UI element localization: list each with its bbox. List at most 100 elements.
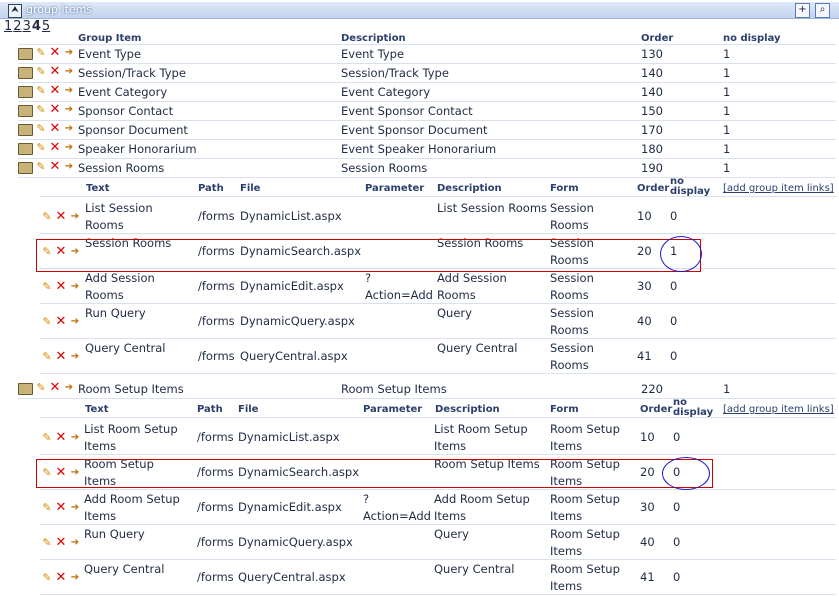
delete-icon[interactable]: ✕ bbox=[49, 65, 61, 78]
collapse-icon[interactable]: ⮝ bbox=[8, 4, 22, 18]
arrow-icon[interactable]: ➔ bbox=[63, 123, 75, 135]
item-file: QueryCentral.aspx bbox=[240, 349, 348, 363]
pencil-icon[interactable]: ✎ bbox=[41, 316, 53, 328]
row-actions: ✎ ✕ ➔ bbox=[18, 46, 75, 60]
arrow-icon[interactable]: ➔ bbox=[69, 537, 81, 549]
sub-header-divider bbox=[40, 417, 836, 418]
arrow-icon[interactable]: ➔ bbox=[63, 142, 75, 154]
folder-icon[interactable] bbox=[18, 104, 33, 117]
item-file: DynamicEdit.aspx bbox=[240, 279, 344, 293]
item-description: Add Room Setup Items bbox=[434, 492, 530, 523]
pencil-icon[interactable]: ✎ bbox=[35, 66, 47, 78]
delete-icon[interactable]: ✕ bbox=[49, 122, 61, 135]
pencil-icon[interactable]: ✎ bbox=[35, 382, 47, 394]
page-link-1[interactable]: 1 bbox=[4, 19, 12, 34]
delete-icon[interactable]: ✕ bbox=[55, 536, 67, 549]
pencil-icon[interactable]: ✎ bbox=[41, 432, 53, 444]
item-text[interactable]: List Room Setup Items bbox=[84, 421, 189, 455]
add-group-item-links[interactable]: [add group item links] bbox=[723, 404, 834, 415]
sub-col-form: Form bbox=[550, 183, 579, 194]
arrow-icon[interactable]: ➔ bbox=[63, 104, 75, 116]
pencil-icon[interactable]: ✎ bbox=[41, 281, 53, 293]
delete-icon[interactable]: ✕ bbox=[55, 280, 67, 293]
pencil-icon[interactable]: ✎ bbox=[35, 47, 47, 59]
delete-icon[interactable]: ✕ bbox=[55, 431, 67, 444]
arrow-icon[interactable]: ➔ bbox=[69, 316, 81, 328]
group-name[interactable]: Sponsor Contact bbox=[78, 104, 173, 118]
arrow-icon[interactable]: ➔ bbox=[63, 382, 75, 394]
col-description: Description bbox=[341, 33, 406, 44]
folder-icon[interactable] bbox=[18, 382, 33, 395]
item-no-display: 0 bbox=[673, 430, 681, 444]
delete-icon[interactable]: ✕ bbox=[55, 350, 67, 363]
item-text[interactable]: Run Query bbox=[84, 526, 189, 543]
folder-icon[interactable] bbox=[18, 142, 33, 155]
folder-icon[interactable] bbox=[18, 66, 33, 79]
group-name[interactable]: Session Rooms bbox=[78, 161, 164, 175]
pencil-icon[interactable]: ✎ bbox=[41, 537, 53, 549]
delete-icon[interactable]: ✕ bbox=[55, 571, 67, 584]
arrow-icon[interactable]: ➔ bbox=[69, 281, 81, 293]
arrow-icon[interactable]: ➔ bbox=[63, 161, 75, 173]
group-name[interactable]: Room Setup Items bbox=[78, 382, 184, 396]
folder-icon[interactable] bbox=[18, 161, 33, 174]
group-name[interactable]: Event Category bbox=[78, 85, 167, 99]
pencil-icon[interactable]: ✎ bbox=[41, 351, 53, 363]
group-order: 170 bbox=[641, 123, 663, 137]
pencil-icon[interactable]: ✎ bbox=[35, 142, 47, 154]
row-divider bbox=[18, 139, 836, 140]
arrow-icon[interactable]: ➔ bbox=[63, 66, 75, 78]
pencil-icon[interactable]: ✎ bbox=[35, 123, 47, 135]
search-icon[interactable]: ⌕ bbox=[815, 3, 830, 18]
item-form: Session Rooms bbox=[550, 306, 594, 337]
group-no-display: 1 bbox=[723, 161, 731, 175]
item-file: DynamicQuery.aspx bbox=[238, 535, 353, 549]
sub-row-divider bbox=[40, 454, 836, 455]
pencil-icon[interactable]: ✎ bbox=[41, 502, 53, 514]
arrow-icon[interactable]: ➔ bbox=[63, 85, 75, 97]
delete-icon[interactable]: ✕ bbox=[49, 141, 61, 154]
delete-icon[interactable]: ✕ bbox=[55, 501, 67, 514]
page-link-3[interactable]: 3 bbox=[23, 19, 31, 34]
item-text[interactable]: Run Query bbox=[85, 305, 190, 322]
group-name[interactable]: Speaker Honorarium bbox=[78, 142, 197, 156]
add-icon[interactable]: + bbox=[795, 3, 810, 18]
item-no-display: 0 bbox=[670, 279, 678, 293]
delete-icon[interactable]: ✕ bbox=[49, 84, 61, 97]
arrow-icon[interactable]: ➔ bbox=[69, 351, 81, 363]
group-name[interactable]: Sponsor Document bbox=[78, 123, 188, 137]
delete-icon[interactable]: ✕ bbox=[49, 103, 61, 116]
item-text[interactable]: Add Room Setup Items bbox=[84, 491, 189, 525]
group-name[interactable]: Session/Track Type bbox=[78, 66, 186, 80]
pencil-icon[interactable]: ✎ bbox=[35, 161, 47, 173]
page-link-2[interactable]: 2 bbox=[13, 19, 21, 34]
delete-icon[interactable]: ✕ bbox=[49, 160, 61, 173]
pencil-icon[interactable]: ✎ bbox=[35, 104, 47, 116]
group-name[interactable]: Event Type bbox=[78, 47, 141, 61]
folder-icon[interactable] bbox=[18, 47, 33, 60]
item-text[interactable]: List Session Rooms bbox=[85, 200, 190, 234]
pencil-icon[interactable]: ✎ bbox=[41, 211, 53, 223]
arrow-icon[interactable]: ➔ bbox=[63, 47, 75, 59]
delete-icon[interactable]: ✕ bbox=[49, 46, 61, 59]
item-order: 10 bbox=[637, 209, 652, 223]
arrow-icon[interactable]: ➔ bbox=[69, 572, 81, 584]
row-divider bbox=[18, 120, 836, 121]
arrow-icon[interactable]: ➔ bbox=[69, 502, 81, 514]
pencil-icon[interactable]: ✎ bbox=[35, 85, 47, 97]
add-group-item-links[interactable]: [add group item links] bbox=[723, 183, 834, 194]
arrow-icon[interactable]: ➔ bbox=[69, 211, 81, 223]
item-text[interactable]: Add Session Rooms bbox=[85, 270, 190, 304]
folder-icon[interactable] bbox=[18, 123, 33, 136]
pencil-icon[interactable]: ✎ bbox=[41, 572, 53, 584]
item-text[interactable]: Query Central bbox=[85, 340, 190, 357]
folder-icon[interactable] bbox=[18, 85, 33, 98]
delete-icon[interactable]: ✕ bbox=[55, 210, 67, 223]
arrow-icon[interactable]: ➔ bbox=[69, 432, 81, 444]
delete-icon[interactable]: ✕ bbox=[49, 381, 61, 394]
page-link-5[interactable]: 5 bbox=[42, 19, 50, 34]
delete-icon[interactable]: ✕ bbox=[55, 315, 67, 328]
item-text[interactable]: Query Central bbox=[84, 561, 189, 578]
item-form: Room Setup Items bbox=[550, 562, 620, 593]
group-no-display: 1 bbox=[723, 85, 731, 99]
